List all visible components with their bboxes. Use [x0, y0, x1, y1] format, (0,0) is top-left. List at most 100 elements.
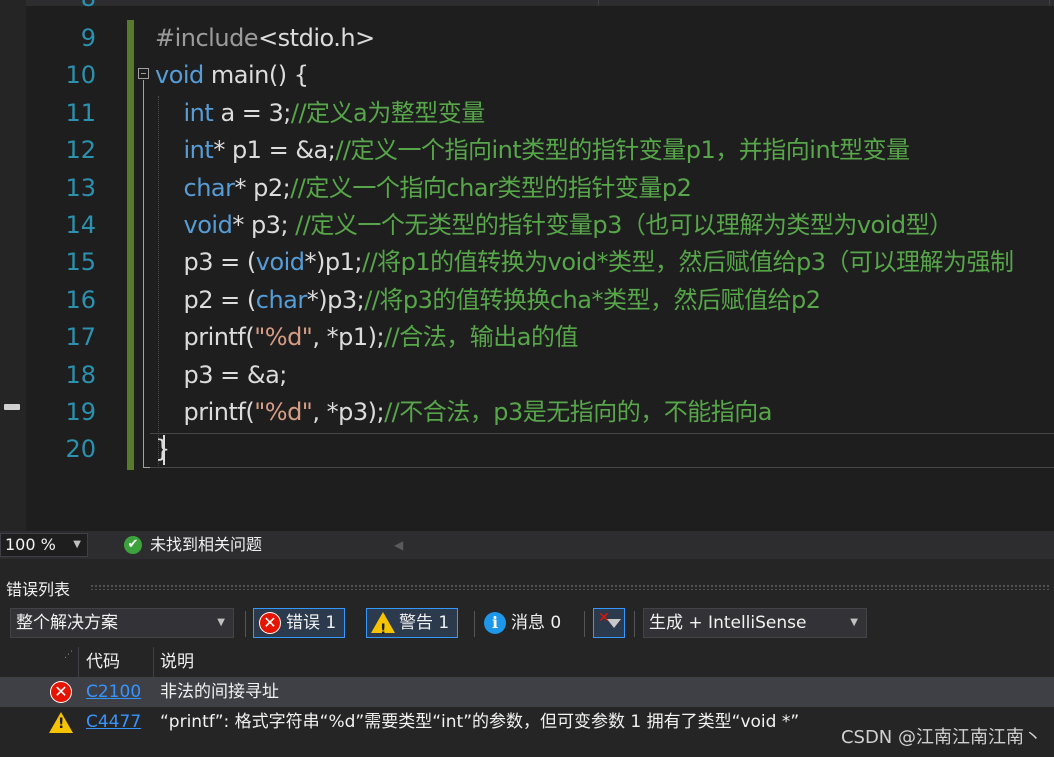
- error-code-link[interactable]: C4477: [86, 707, 141, 737]
- info-icon: i: [484, 612, 506, 634]
- scroll-position-marker: [4, 404, 20, 410]
- comment-token: //不合法，p3是无指向的，不能指向a: [384, 398, 772, 426]
- code-line[interactable]: printf("%d", *p3);//不合法，p3是无指向的，不能指向a: [155, 394, 773, 431]
- chevron-down-icon: ▼: [217, 617, 225, 628]
- watermark: CSDN @江南江南江南丶: [840, 727, 1042, 748]
- toolbar-separator: [584, 611, 585, 637]
- line-number: 18: [65, 361, 96, 389]
- editor-left-margin: [0, 0, 26, 531]
- build-filter-value: 生成 + IntelliSense: [649, 613, 807, 633]
- code-token: a = 3;: [213, 99, 291, 127]
- code-editor[interactable]: 8 9 10 11 12 13 14 15 16 17 18 19 20 #include<stdio…: [0, 0, 1054, 531]
- column-options-icon[interactable]: ⋰: [64, 651, 73, 660]
- code-token: <stdio.h>: [258, 24, 375, 52]
- row-icon: !: [49, 712, 73, 733]
- build-filter-dropdown[interactable]: 生成 + IntelliSense ▼: [643, 608, 867, 638]
- error-description: 非法的间接寻址: [160, 682, 279, 702]
- scope-dropdown[interactable]: 整个解决方案 ▼: [10, 608, 234, 638]
- code-token: , *p3);: [312, 398, 385, 426]
- warning-icon: !: [49, 712, 73, 733]
- comment-token: //定义一个无类型的指针变量p3（也可以理解为类型为void型）: [295, 211, 953, 239]
- zoom-value: 100 %: [5, 535, 56, 554]
- code-token: * p2;: [234, 174, 291, 202]
- scope-value: 整个解决方案: [16, 613, 118, 633]
- keyword-token: char: [183, 174, 235, 202]
- column-header-description[interactable]: 说明: [160, 647, 194, 677]
- error-list-panel: 错误列表 整个解决方案 ▼ ✕ 错误 1 ! 警告 1 i 消息 0 ✕ 生成 …: [0, 559, 1054, 757]
- chevron-down-icon: ▼: [73, 539, 81, 550]
- issues-indicator[interactable]: ✔ 未找到相关问题: [124, 535, 262, 555]
- comment-token: //定义a为整型变量: [290, 99, 485, 127]
- change-tracking-bar: [127, 20, 134, 470]
- table-row[interactable]: ✕ C2100 非法的间接寻址: [0, 677, 1054, 707]
- error-code-link[interactable]: C2100: [86, 677, 141, 707]
- string-token: "%d": [254, 398, 313, 426]
- code-token: * p1 = &a;: [213, 136, 336, 164]
- warnings-filter-button[interactable]: ! 警告 1: [366, 608, 459, 638]
- keyword-token: void: [255, 248, 305, 276]
- line-number: 10: [65, 61, 96, 89]
- messages-filter-label: 消息 0: [511, 613, 562, 633]
- issues-text: 未找到相关问题: [150, 535, 263, 554]
- clear-filter-button[interactable]: ✕: [593, 608, 625, 638]
- line-number: 9: [80, 24, 96, 52]
- code-line[interactable]: p2 = (char*)p3;//将p3的值转换换cha*类型，然后赋值给p2: [155, 282, 821, 319]
- collapse-toggle-icon[interactable]: [138, 68, 149, 79]
- code-token: p3 = &a;: [155, 361, 288, 389]
- line-number: 14: [65, 211, 96, 239]
- code-token: main() {: [203, 61, 309, 89]
- column-separator[interactable]: [78, 647, 79, 677]
- line-number: 20: [65, 435, 96, 463]
- code-line[interactable]: void* p3; //定义一个无类型的指针变量p3（也可以理解为类型为void…: [155, 207, 954, 244]
- code-line[interactable]: printf("%d", *p1);//合法，输出a的值: [155, 319, 579, 356]
- code-line[interactable]: int a = 3;//定义a为整型变量: [155, 95, 486, 132]
- error-icon: ✕: [50, 681, 72, 703]
- text-caret: [163, 435, 165, 465]
- line-number: 13: [65, 174, 96, 202]
- code-token: printf(: [155, 398, 255, 426]
- keyword-token: int: [183, 136, 214, 164]
- messages-filter-button[interactable]: i 消息 0: [478, 608, 570, 638]
- keyword-token: void: [183, 211, 233, 239]
- code-token: printf(: [155, 323, 255, 351]
- line-number: 12: [65, 136, 96, 164]
- keyword-token: char: [255, 286, 307, 314]
- code-line[interactable]: int* p1 = &a;//定义一个指向int类型的指针变量p1，并指向int…: [155, 132, 911, 169]
- string-token: "%d": [254, 323, 313, 351]
- comment-token: //定义一个指向int类型的指针变量p1，并指向int型变量: [335, 136, 910, 164]
- errors-filter-button[interactable]: ✕ 错误 1: [253, 608, 346, 638]
- code-token: *)p1;: [304, 248, 363, 276]
- toolbar-separator: [634, 611, 635, 637]
- comment-token: //将p3的值转换换cha*类型，然后赋值给p2: [364, 286, 821, 314]
- scroll-left-arrow-icon[interactable]: ◀: [394, 538, 403, 552]
- preprocessor-token: #include: [155, 24, 259, 52]
- outline-fold-line: [143, 80, 144, 468]
- code-token: *)p3;: [306, 286, 365, 314]
- code-line[interactable]: #include<stdio.h>: [155, 20, 375, 57]
- code-line[interactable]: p3 = (void*)p1;//将p1的值转换为void*类型，然后赋值给p3…: [155, 244, 1014, 281]
- keyword-token: int: [183, 99, 214, 127]
- code-token: p2 = (: [155, 286, 257, 314]
- column-separator[interactable]: [153, 647, 154, 677]
- navigation-bar-right[interactable]: [599, 0, 1050, 5]
- code-line[interactable]: void main() {: [155, 57, 309, 94]
- error-list-header: ⋰ 代码 说明: [0, 647, 1054, 677]
- code-line[interactable]: p3 = &a;: [155, 357, 288, 394]
- line-number: 17: [65, 323, 96, 351]
- check-circle-icon: ✔: [124, 536, 142, 554]
- error-icon: ✕: [259, 612, 281, 634]
- warning-icon: !: [371, 612, 395, 638]
- column-header-code[interactable]: 代码: [86, 647, 120, 677]
- panel-grip[interactable]: [90, 584, 1050, 590]
- code-line[interactable]: char* p2;//定义一个指向char类型的指针变量p2: [155, 170, 692, 207]
- zoom-select[interactable]: 100 % ▼: [0, 533, 88, 557]
- line-number: 16: [65, 286, 96, 314]
- toolbar-separator: [245, 611, 246, 637]
- panel-title: 错误列表: [6, 580, 71, 599]
- line-number: 11: [65, 99, 96, 127]
- code-token: * p3;: [232, 211, 296, 239]
